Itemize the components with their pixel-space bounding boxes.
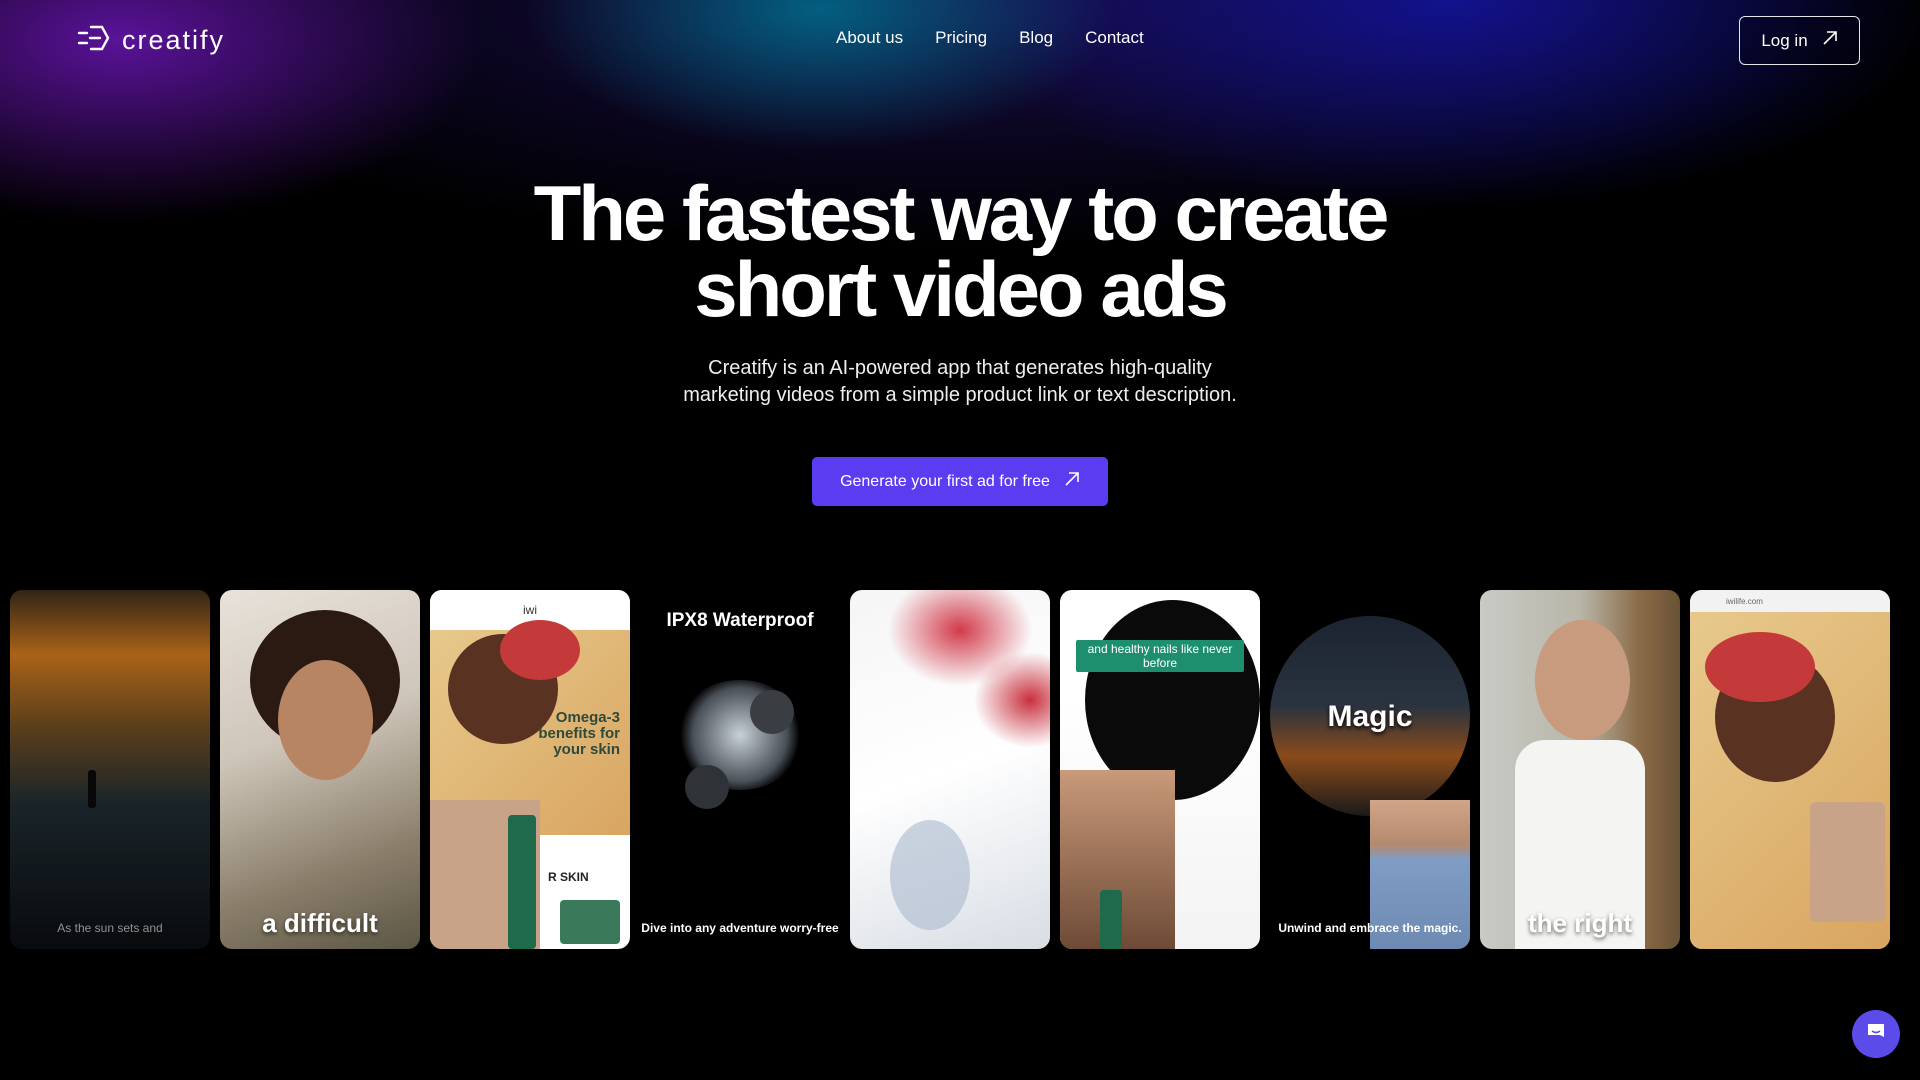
login-label: Log in bbox=[1761, 30, 1808, 50]
video-card-iwi-browser[interactable]: iwilife.com bbox=[1690, 590, 1890, 949]
card-caption: the right bbox=[1528, 908, 1632, 938]
card-caption: a difficult bbox=[262, 908, 378, 938]
nav-contact[interactable]: Contact bbox=[1085, 28, 1144, 48]
hero-title: The fastest way to create short video ad… bbox=[0, 174, 1920, 328]
hero-title-line2: short video ads bbox=[694, 245, 1228, 333]
iwi-headline: Omega-3 benefits for your skin bbox=[538, 709, 620, 758]
hero-subtitle-line2: marketing videos from a simple product l… bbox=[683, 384, 1237, 406]
browser-url: iwilife.com bbox=[1726, 596, 1763, 606]
product-bottle bbox=[1100, 890, 1122, 949]
card-caption: Dive into any adventure worry-free bbox=[641, 921, 839, 935]
video-card-nails[interactable]: and healthy nails like never before bbox=[1060, 590, 1260, 949]
flower-crown bbox=[1705, 632, 1815, 702]
login-button[interactable]: Log in bbox=[1739, 16, 1860, 65]
card-caption: As the sun sets and bbox=[57, 921, 163, 935]
card-title: IPX8 Waterproof bbox=[666, 610, 814, 631]
nav-blog[interactable]: Blog bbox=[1019, 28, 1053, 48]
face-shape bbox=[1535, 620, 1630, 740]
video-card-iwi[interactable]: iwi Omega-3 benefits for your skin R SKI… bbox=[430, 590, 630, 949]
arrow-up-right-icon bbox=[1822, 30, 1838, 51]
iwi-badge: R SKIN bbox=[548, 870, 589, 884]
main-nav: About us Pricing Blog Contact bbox=[836, 28, 1144, 48]
card-title: Magic bbox=[1327, 700, 1413, 733]
video-card-waterproof[interactable]: IPX8 Waterproof Dive into any adventure … bbox=[640, 590, 840, 949]
creatify-logo-icon bbox=[76, 21, 112, 60]
leaf-image bbox=[560, 900, 620, 944]
cta-label: Generate your first ad for free bbox=[840, 472, 1050, 490]
browser-bar: iwilife.com bbox=[1690, 590, 1890, 612]
card-banner: and healthy nails like never before bbox=[1076, 640, 1244, 672]
nav-pricing[interactable]: Pricing bbox=[935, 28, 987, 48]
blur-shape bbox=[890, 820, 970, 930]
product-bottle bbox=[508, 815, 536, 949]
iwi-hero-image bbox=[1690, 612, 1890, 949]
video-card-sunset[interactable]: As the sun sets and bbox=[10, 590, 210, 949]
hero-title-line1: The fastest way to create bbox=[533, 169, 1390, 257]
video-card-magic[interactable]: Magic Unwind and embrace the magic. bbox=[1270, 590, 1470, 949]
brand-name: creatify bbox=[122, 24, 226, 55]
nav-about-us[interactable]: About us bbox=[836, 28, 903, 48]
flower-crown bbox=[500, 620, 580, 680]
earbud-shape bbox=[685, 765, 729, 809]
brand-logo[interactable]: creatify bbox=[76, 22, 225, 58]
arrow-up-right-icon bbox=[1064, 471, 1080, 492]
hero-subtitle: Creatify is an AI-powered app that gener… bbox=[0, 355, 1920, 409]
earbud-shape bbox=[750, 690, 794, 734]
generate-ad-button[interactable]: Generate your first ad for free bbox=[812, 457, 1108, 506]
chat-launcher-button[interactable] bbox=[1852, 1010, 1900, 1058]
silhouette-figure bbox=[88, 770, 96, 808]
chat-bubble-icon bbox=[1864, 1020, 1888, 1049]
video-card-strip: As the sun sets and a difficult iwi Omeg… bbox=[10, 590, 1890, 949]
iwi-brand: iwi bbox=[523, 603, 537, 617]
card-caption: Unwind and embrace the magic. bbox=[1278, 921, 1462, 935]
site-header: creatify About us Pricing Blog Contact L… bbox=[0, 0, 1920, 80]
presenter-image bbox=[1810, 802, 1885, 922]
hero-subtitle-line1: Creatify is an AI-powered app that gener… bbox=[708, 357, 1212, 379]
video-card-blur[interactable] bbox=[850, 590, 1050, 949]
video-card-glasses[interactable]: a difficult bbox=[220, 590, 420, 949]
face-shape bbox=[278, 660, 373, 780]
video-card-pharmacy[interactable]: the right bbox=[1480, 590, 1680, 949]
